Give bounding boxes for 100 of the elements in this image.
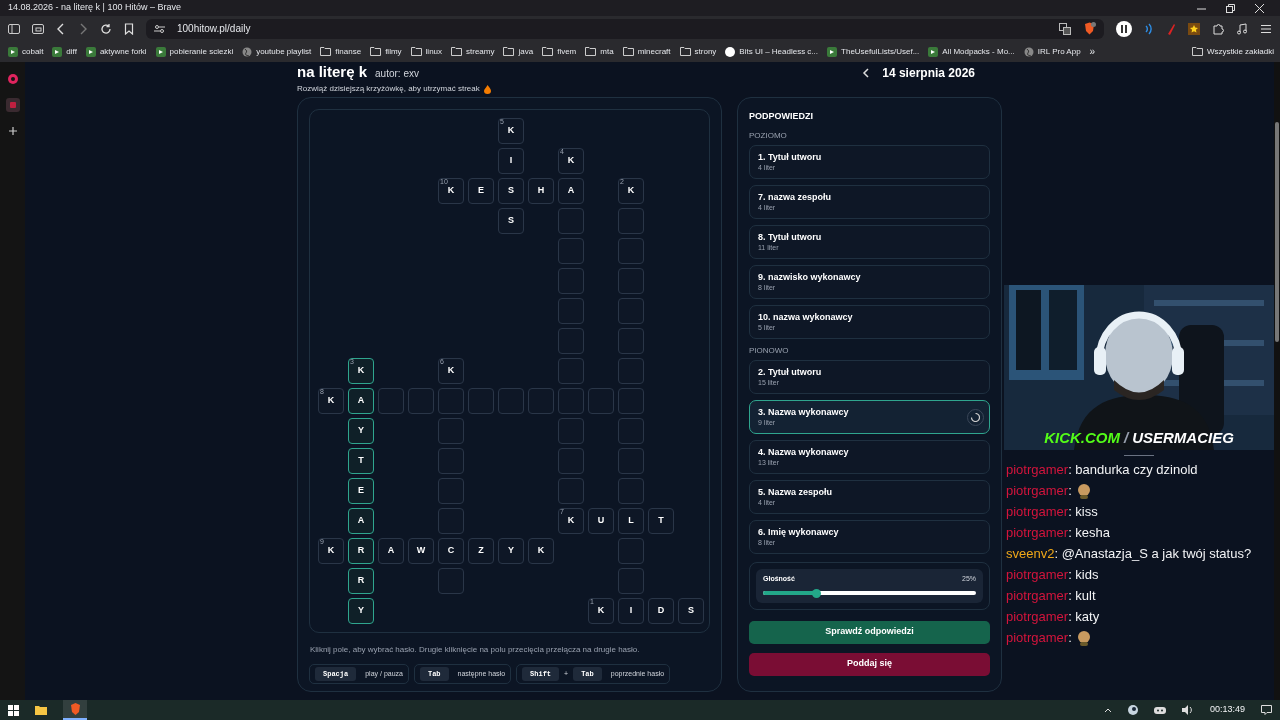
crossword-cell[interactable] — [558, 418, 584, 444]
crossword-cell[interactable] — [558, 268, 584, 294]
crossword-cell[interactable] — [618, 328, 644, 354]
crossword-cell[interactable] — [558, 298, 584, 324]
steam-icon[interactable] — [1127, 705, 1138, 715]
crossword-cell[interactable]: U — [588, 508, 614, 534]
crossword-cell[interactable]: E — [468, 178, 494, 204]
notification-icon[interactable] — [1261, 705, 1272, 715]
crossword-cell[interactable] — [618, 478, 644, 504]
bookmark-icon[interactable] — [124, 22, 134, 35]
bookmark[interactable]: All Modpacks - Mo... — [928, 45, 1015, 58]
bookmark[interactable]: cobalt — [8, 45, 44, 58]
bookmark[interactable]: diff — [52, 45, 77, 58]
crossword-cell[interactable] — [528, 388, 554, 414]
chevron-up-icon[interactable] — [1103, 707, 1112, 713]
crossword-cell[interactable]: A — [378, 538, 404, 564]
crossword-cell[interactable] — [438, 508, 464, 534]
crossword-cell[interactable]: R — [348, 538, 374, 564]
action-button[interactable]: Sprawdź odpowiedzi — [749, 620, 990, 644]
crossword-cell[interactable] — [438, 418, 464, 444]
crossword-cell[interactable] — [618, 238, 644, 264]
add-icon[interactable] — [7, 126, 18, 136]
bookmark[interactable]: mta — [585, 45, 614, 58]
crossword-cell[interactable] — [438, 478, 464, 504]
crossword-cell[interactable] — [618, 418, 644, 444]
crossword-cell[interactable]: Y — [348, 418, 374, 444]
crossword-cell[interactable] — [618, 208, 644, 234]
volume-slider[interactable] — [763, 588, 976, 598]
crossword-cell[interactable] — [618, 388, 644, 414]
crossword-cell[interactable] — [408, 388, 434, 414]
bookmark[interactable]: pobieranie sciezki — [155, 45, 234, 58]
crossword-cell[interactable]: R — [348, 568, 374, 594]
bookmark[interactable]: Wszystkie zakładki — [1191, 45, 1274, 58]
bookmark[interactable]: fivem — [542, 45, 577, 58]
crossword-cell[interactable]: L — [618, 508, 644, 534]
crossword-cell[interactable] — [558, 448, 584, 474]
gamepad-icon[interactable] — [1153, 705, 1166, 715]
bookmark[interactable]: minecraft — [622, 45, 671, 58]
taskbar-app[interactable] — [63, 700, 87, 720]
crossword-cell[interactable]: S — [498, 178, 524, 204]
signal-icon[interactable] — [1144, 22, 1154, 35]
clock[interactable]: 00:13:49 — [1209, 703, 1245, 717]
forward-icon[interactable] — [78, 22, 88, 35]
bookmark[interactable]: TheUsefulLists/Usef... — [827, 45, 920, 58]
crossword-cell[interactable] — [498, 388, 524, 414]
bookmark[interactable]: Bits UI – Headless c... — [725, 45, 819, 58]
crossword-cell[interactable]: C — [438, 538, 464, 564]
crossword-cell[interactable]: E — [348, 478, 374, 504]
bookmark[interactable]: filmy — [370, 45, 402, 58]
crossword-cell[interactable] — [618, 298, 644, 324]
crossword-cell[interactable]: H — [528, 178, 554, 204]
crossword-cell[interactable] — [618, 448, 644, 474]
crossword-cell[interactable]: D — [648, 598, 674, 624]
speaker-icon[interactable] — [1181, 705, 1194, 715]
more-bookmarks-button[interactable]: » — [1089, 44, 1096, 59]
crossword-cell[interactable] — [618, 538, 644, 564]
menu-icon[interactable] — [1260, 22, 1272, 35]
crossword-cell[interactable] — [618, 268, 644, 294]
crossword-cell[interactable]: T — [648, 508, 674, 534]
crossword-cell[interactable]: S — [678, 598, 704, 624]
back-icon[interactable] — [56, 22, 66, 35]
address-bar[interactable]: 100hitow.pl/daily — [146, 18, 1104, 39]
restore-icon[interactable] — [1226, 3, 1235, 13]
crossword-cell[interactable] — [438, 568, 464, 594]
crossword-cell[interactable]: T — [348, 448, 374, 474]
pause-icon[interactable] — [1116, 20, 1132, 37]
crossword-cell[interactable] — [558, 478, 584, 504]
crossword-cell[interactable]: A — [558, 178, 584, 204]
scrollbar-thumb[interactable] — [1275, 122, 1279, 342]
previous-day-icon[interactable] — [862, 67, 871, 79]
windows-start-icon[interactable] — [8, 704, 19, 716]
translate-icon[interactable] — [1059, 22, 1071, 35]
bookmark[interactable]: IRL Pro App — [1023, 45, 1081, 58]
crossword-cell[interactable] — [378, 388, 404, 414]
crossword-cell[interactable] — [588, 388, 614, 414]
crossword-cell[interactable] — [438, 388, 464, 414]
crossword-cell[interactable] — [558, 328, 584, 354]
close-icon[interactable] — [1255, 3, 1264, 13]
app-icon[interactable] — [5, 98, 20, 112]
crossword-cell[interactable] — [438, 448, 464, 474]
bookmark[interactable]: aktywne forki — [85, 45, 147, 58]
sidebar-icon[interactable] — [8, 22, 20, 35]
crossword-cell[interactable] — [468, 388, 494, 414]
crossword-cell[interactable]: Z — [468, 538, 494, 564]
bookmark[interactable]: streamy — [451, 45, 495, 58]
crossword-cell[interactable]: S — [498, 208, 524, 234]
tab-icon[interactable] — [32, 22, 44, 35]
star-icon[interactable] — [1188, 22, 1200, 35]
action-button[interactable]: Poddaj się — [749, 652, 990, 676]
slider-thumb[interactable] — [812, 588, 822, 598]
music-icon[interactable] — [1236, 22, 1248, 35]
crossword-cell[interactable]: K — [528, 538, 554, 564]
crossword-cell[interactable]: A — [348, 508, 374, 534]
reload-icon[interactable] — [100, 22, 112, 35]
crossword-cell[interactable]: Y — [348, 598, 374, 624]
crossword-cell[interactable] — [618, 358, 644, 384]
crossword-cell[interactable]: A — [348, 388, 374, 414]
crossword-cell[interactable]: W — [408, 538, 434, 564]
crossword-cell[interactable]: I — [498, 148, 524, 174]
bookmark[interactable]: strony — [679, 45, 717, 58]
